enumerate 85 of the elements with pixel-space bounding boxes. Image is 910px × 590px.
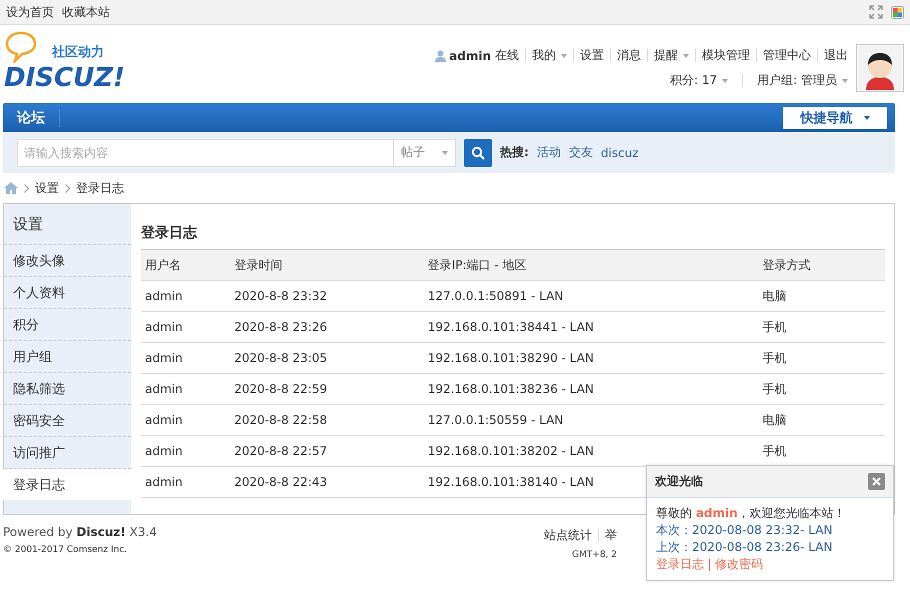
footer-link[interactable]: 举 [605,527,617,544]
table-cell: admin [145,289,183,303]
sidebar-item[interactable]: 积分 [4,309,131,341]
table-cell: 2020-8-8 23:26 [234,320,328,334]
search-button[interactable] [464,138,492,166]
user-icon [435,50,446,62]
table-cell: 192.168.0.101:38140 - LAN [428,475,594,489]
table-cell: 电脑 [762,288,786,302]
table-cell: 127.0.0.1:50559 - LAN [428,413,564,427]
sidebar-item[interactable]: 用户组 [4,341,131,373]
table-cell: 2020-8-8 22:59 [234,382,328,396]
user-menu-item[interactable]: 设置 [580,47,604,64]
footer-link[interactable]: 站点统计 [544,527,592,544]
user-menu-item[interactable]: 模块管理 [702,47,750,64]
table-cell: admin [145,382,183,396]
user-menu-item[interactable]: 管理中心 [763,47,811,64]
nav-tab[interactable]: 论坛 [3,108,60,126]
table-cell: admin [145,413,183,427]
hot-search-link[interactable]: discuz [600,146,639,160]
visit-time-text: 本次：2020-08-08 23:32- LAN [656,523,834,538]
speech-bubble-icon [4,31,38,63]
expand-icon[interactable] [869,5,883,19]
table-cell: 2020-8-8 22:43 [234,475,328,489]
home-icon[interactable] [4,182,18,194]
user-menu-item[interactable]: 消息 [617,47,641,64]
hot-search-label: 热搜: [500,144,529,161]
table-cell: 192.168.0.101:38441 - LAN [428,320,594,334]
table-cell: admin [145,320,183,334]
column-header: 登录时间 [234,258,282,272]
table-cell: admin [145,351,183,365]
top-link[interactable]: 收藏本站 [62,4,110,20]
content-title: 登录日志 [141,224,198,243]
column-header: 登录IP:端口 - 地区 [428,258,526,272]
logo-text[interactable]: DISCUZ! [4,63,134,93]
table-cell: 2020-8-8 22:57 [234,444,328,458]
hot-search-link[interactable]: 活动 [536,144,561,161]
timezone-text: GMT+8, 2 [572,550,617,560]
sidebar-item[interactable]: 修改头像 [4,245,131,277]
table-cell: 192.168.0.101:38202 - LAN [428,444,594,458]
column-header: 登录方式 [762,258,810,272]
chevron-icon [65,184,70,192]
table-cell: 2020-8-8 23:05 [234,351,328,365]
sidebar-title: 设置 [4,204,131,245]
table-cell: 手机 [762,444,786,458]
table-cell: 2020-8-8 23:32 [234,289,328,303]
copyright-text: © 2001-2017 Comsenz Inc. [3,545,128,555]
quick-nav-button[interactable]: 快捷导航 [783,106,887,128]
column-header: 用户名 [145,258,181,272]
table-cell: 手机 [762,350,786,364]
greeting-text: 尊敬的 admin，欢迎您光临本站！ [656,506,847,521]
sidebar-item[interactable]: 个人资料 [4,277,131,309]
user-menu-item[interactable]: 提醒 [654,47,689,64]
color-palette-icon[interactable] [891,6,904,18]
table-cell: admin [145,475,183,489]
online-status: 在线 [495,47,519,64]
table-cell: 2020-8-8 22:58 [234,413,328,427]
logo-tagline: 社区动力 [52,44,104,61]
table-cell: 127.0.0.1:50891 - LAN [428,289,564,303]
table-cell: 192.168.0.101:38236 - LAN [428,382,594,396]
table-cell: 手机 [762,320,786,334]
username-link[interactable]: admin [449,48,491,62]
close-button[interactable] [868,473,885,490]
user-menu-item[interactable]: 退出 [824,47,848,64]
user-menu-item[interactable]: 我的 [532,47,567,64]
powered-by-text: Powered by Discuz! X3.4 [3,525,157,539]
avatar[interactable] [856,44,904,92]
search-icon [471,146,485,160]
table-cell: admin [145,444,183,458]
sidebar-item[interactable]: 登录日志 [3,469,131,500]
breadcrumb-link[interactable]: 设置 [35,180,59,196]
hot-search-link[interactable]: 交友 [568,144,593,161]
breadcrumb-link[interactable]: 登录日志 [76,180,124,196]
table-cell: 192.168.0.101:38290 - LAN [428,351,594,365]
table-cell: 电脑 [762,412,786,426]
user-stat-link[interactable]: 用户组: 管理员 [757,72,848,89]
table-cell: 手机 [762,382,786,396]
search-field[interactable]: 请输入搜索内容 帖子 [17,138,456,166]
chevron-icon [24,184,29,192]
sidebar-item[interactable]: 密码安全 [4,405,131,437]
popup-title: 欢迎光临 [655,473,703,490]
user-stat-link[interactable]: 积分: 17 [670,72,728,89]
close-icon [872,477,881,486]
top-link[interactable]: 设为首页 [6,4,54,20]
visit-time-text: 上次：2020-08-08 23:26- LAN [656,540,834,555]
sidebar-item[interactable]: 隐私筛选 [4,373,131,405]
